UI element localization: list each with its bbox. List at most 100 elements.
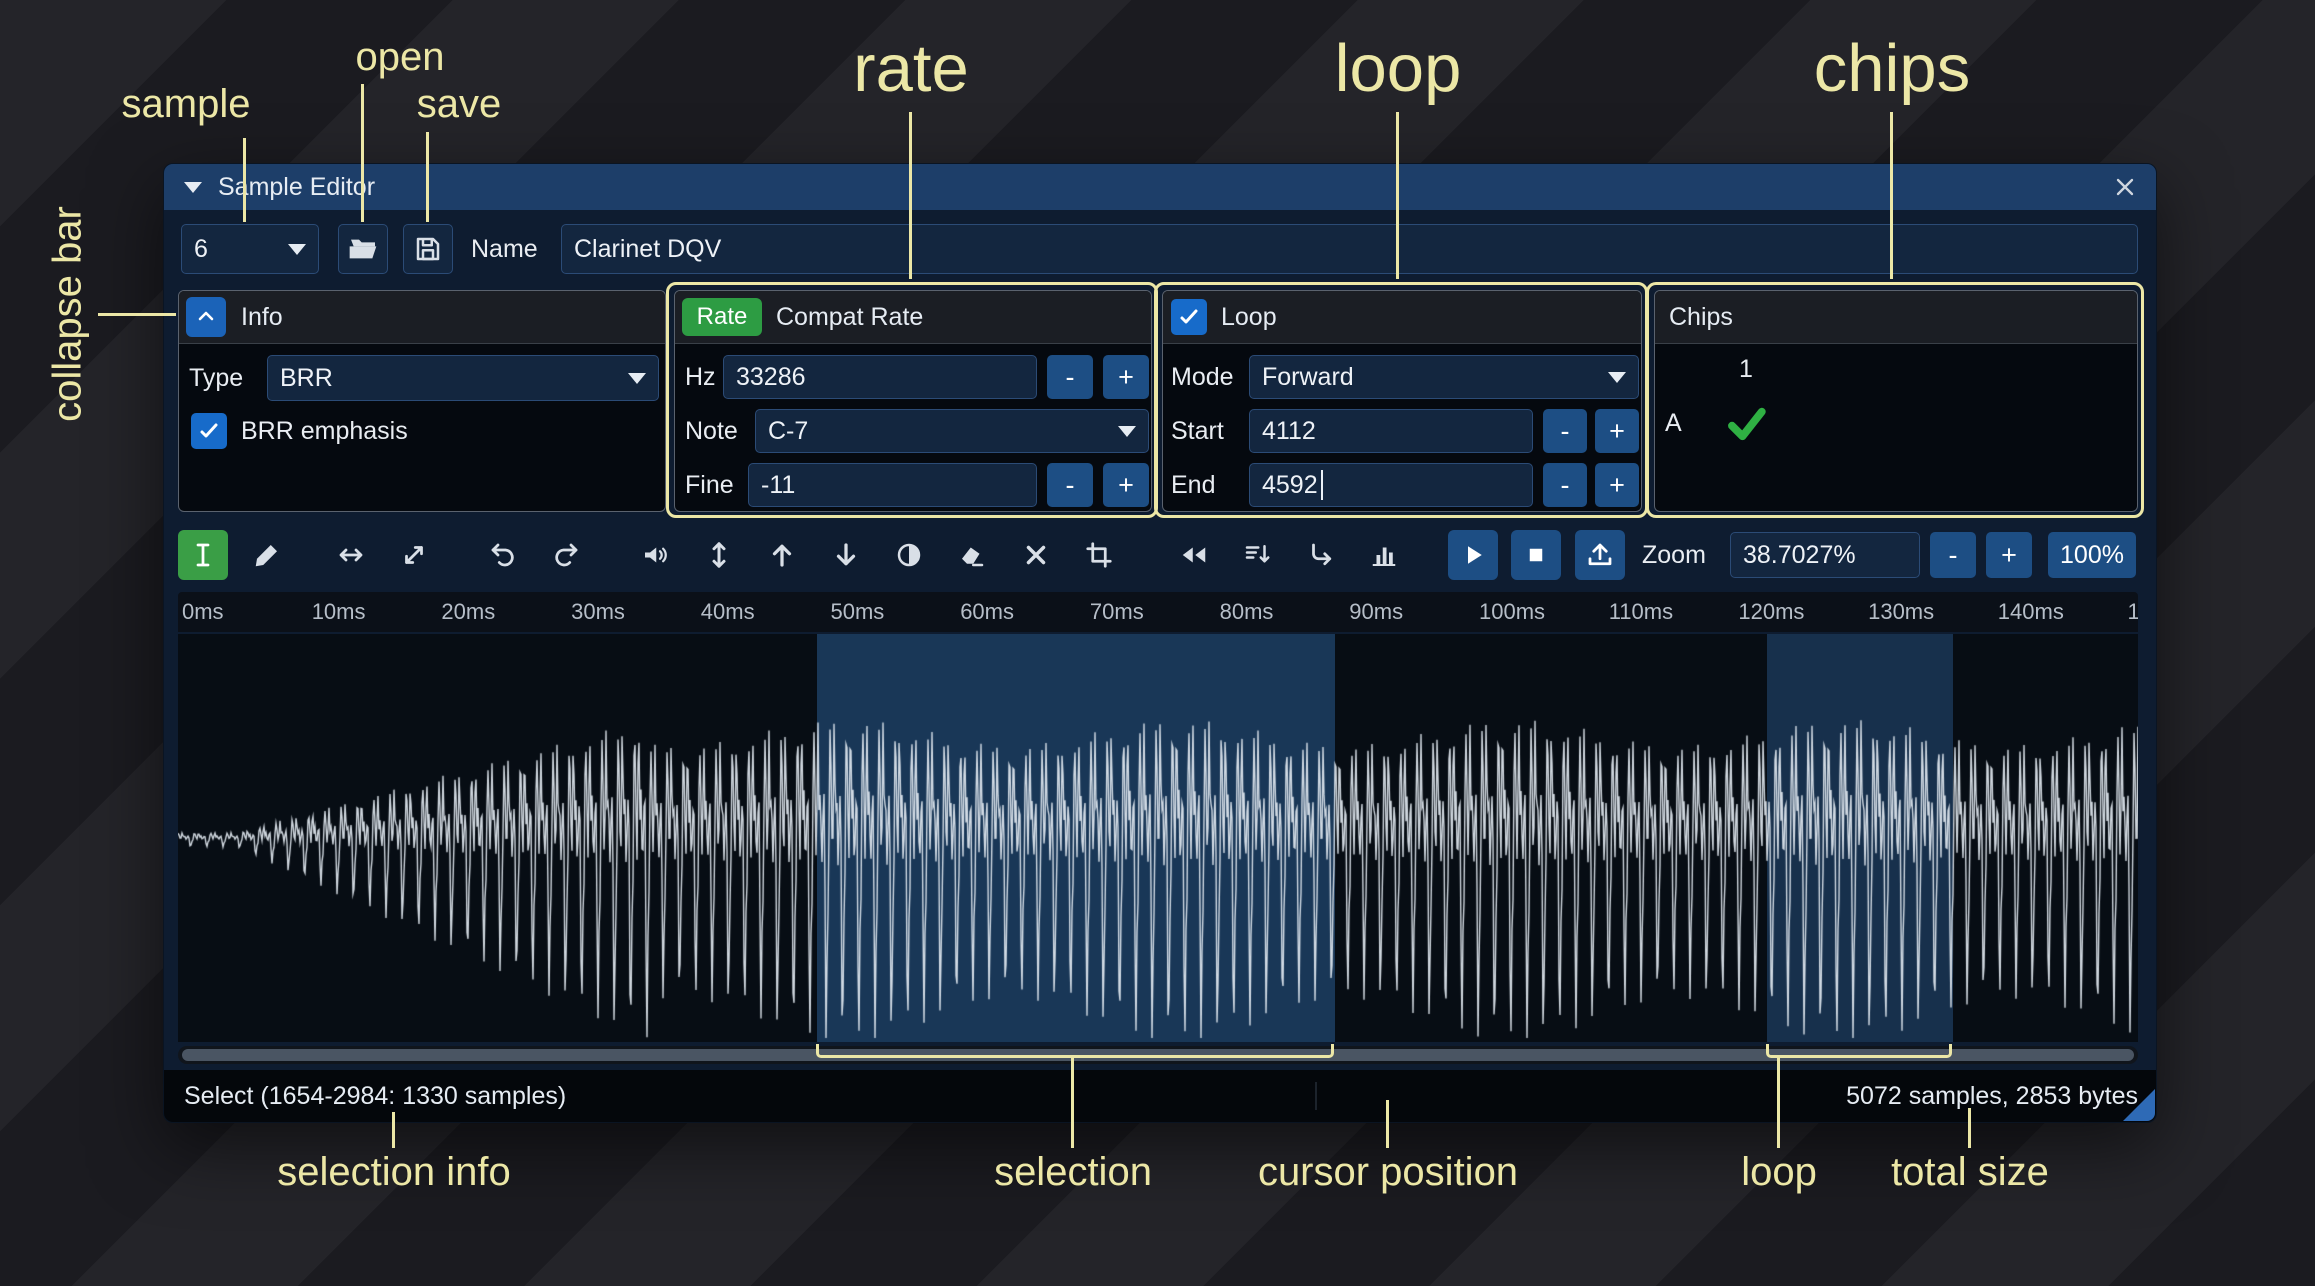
bar-chart-icon bbox=[1372, 547, 1396, 566]
stop-button[interactable] bbox=[1511, 530, 1561, 580]
trim-button[interactable] bbox=[1074, 530, 1124, 580]
info-header-label: Info bbox=[241, 302, 283, 331]
loop-start-input[interactable]: 4112 bbox=[1249, 409, 1533, 453]
close-button[interactable] bbox=[2110, 172, 2140, 202]
close-icon bbox=[2116, 178, 2134, 196]
rate-button[interactable]: Rate bbox=[682, 298, 762, 336]
annotation-rate-label: rate bbox=[853, 31, 969, 106]
note-select[interactable]: C-7 bbox=[755, 409, 1149, 453]
window-collapse-triangle-icon[interactable] bbox=[184, 181, 202, 193]
brr-emphasis-checkbox[interactable] bbox=[191, 413, 227, 449]
select-tool-button[interactable] bbox=[178, 530, 228, 580]
sample-number-select[interactable]: 6 bbox=[181, 224, 319, 274]
check-icon bbox=[1180, 309, 1198, 324]
window-title: Sample Editor bbox=[218, 172, 376, 201]
chip-row-label: A bbox=[1665, 408, 1682, 437]
fine-input[interactable]: -11 bbox=[748, 463, 1037, 507]
undo-button[interactable] bbox=[478, 530, 528, 580]
zoom-value: 38.7027% bbox=[1743, 540, 1856, 569]
zoom-input[interactable]: 38.7027% bbox=[1730, 532, 1920, 578]
text-cursor bbox=[1320, 470, 1323, 500]
preview-sound-button[interactable] bbox=[630, 530, 680, 580]
ruler-tick: 0ms bbox=[182, 599, 224, 624]
fine-minus-button[interactable]: - bbox=[1047, 463, 1093, 507]
invert-button[interactable] bbox=[884, 530, 934, 580]
loop-end-input[interactable]: 4592 bbox=[1249, 463, 1533, 507]
fine-plus-button[interactable]: + bbox=[1103, 463, 1149, 507]
silence-button[interactable] bbox=[1011, 530, 1061, 580]
brr-emphasis-label: BRR emphasis bbox=[241, 416, 408, 445]
mode-select[interactable]: Forward bbox=[1249, 355, 1639, 399]
rewind-button[interactable] bbox=[1169, 530, 1219, 580]
horizontal-scrollbar[interactable] bbox=[178, 1046, 2138, 1064]
half-circle-icon bbox=[897, 543, 921, 567]
scrollbar-thumb[interactable] bbox=[182, 1049, 2134, 1061]
rate-panel: Rate Compat Rate Hz 33286 - + Note C-7 F… bbox=[674, 290, 1152, 512]
loop-panel: Loop Mode Forward Start 4112 - + End 459… bbox=[1162, 290, 1642, 512]
start-minus-button[interactable]: - bbox=[1543, 409, 1587, 453]
ruler-tick: 50ms bbox=[830, 599, 885, 624]
rate-panel-header: Rate Compat Rate bbox=[675, 291, 1151, 344]
redo-button[interactable] bbox=[541, 530, 591, 580]
annotation-chips-label: chips bbox=[1813, 31, 1971, 106]
ruler-tick: 130ms bbox=[1868, 599, 1935, 624]
resize-horizontal-button[interactable] bbox=[326, 530, 376, 580]
chevron-down-icon bbox=[288, 243, 306, 255]
hz-input[interactable]: 33286 bbox=[723, 355, 1037, 399]
arrow-down-icon bbox=[836, 543, 856, 566]
hz-minus-button[interactable]: - bbox=[1047, 355, 1093, 399]
zoom-out-button[interactable]: - bbox=[1930, 532, 1976, 578]
loop-end-value: 4592 bbox=[1262, 470, 1318, 499]
loop-checkbox[interactable] bbox=[1171, 299, 1207, 335]
collapse-bar-button[interactable] bbox=[186, 297, 226, 337]
eraser-icon bbox=[962, 547, 984, 567]
open-button[interactable] bbox=[338, 224, 388, 274]
ruler-tick: 150 bbox=[2127, 599, 2139, 624]
start-plus-button[interactable]: + bbox=[1595, 409, 1639, 453]
amplify-down-button[interactable] bbox=[821, 530, 871, 580]
annotation-loop-marker-label: loop bbox=[1741, 1150, 1817, 1194]
amplify-up-button[interactable] bbox=[757, 530, 807, 580]
type-value: BRR bbox=[280, 363, 333, 392]
note-value: C-7 bbox=[768, 416, 809, 445]
end-label: End bbox=[1171, 470, 1216, 499]
screen: Sample Editor 6 Name Clarinet DQV Info T… bbox=[0, 0, 2315, 1286]
annotation-open-label: open bbox=[355, 35, 445, 79]
waveform-view[interactable] bbox=[178, 634, 2138, 1042]
chip-a1-toggle[interactable] bbox=[1725, 403, 1767, 445]
statistics-button[interactable] bbox=[1359, 530, 1409, 580]
fine-label: Fine bbox=[685, 470, 734, 499]
name-input[interactable]: Clarinet DQV bbox=[561, 224, 2138, 274]
type-select[interactable]: BRR bbox=[267, 355, 659, 401]
info-panel-header: Info bbox=[179, 291, 665, 344]
resample-button[interactable] bbox=[1232, 530, 1282, 580]
eraser-button[interactable] bbox=[947, 530, 997, 580]
selection-info-text: Select (1654-2984: 1330 samples) bbox=[184, 1081, 567, 1110]
save-icon bbox=[416, 237, 440, 261]
crop-icon bbox=[1086, 542, 1112, 568]
resize-free-button[interactable] bbox=[389, 530, 439, 580]
zoom-in-button[interactable]: + bbox=[1986, 532, 2032, 578]
chevron-down-icon bbox=[1118, 425, 1136, 437]
loop-start-value: 4112 bbox=[1262, 416, 1316, 445]
insert-button[interactable] bbox=[1296, 530, 1346, 580]
resize-handle[interactable] bbox=[2123, 1089, 2155, 1121]
title-bar[interactable]: Sample Editor bbox=[164, 164, 2156, 210]
green-check-icon bbox=[1728, 407, 1766, 441]
normalize-button[interactable] bbox=[694, 530, 744, 580]
redo-icon bbox=[555, 543, 578, 567]
end-minus-button[interactable]: - bbox=[1543, 463, 1587, 507]
play-button[interactable] bbox=[1448, 530, 1498, 580]
end-plus-button[interactable]: + bbox=[1595, 463, 1639, 507]
arrow-left-right-icon bbox=[339, 548, 363, 562]
draw-tool-button[interactable] bbox=[242, 530, 292, 580]
save-button[interactable] bbox=[403, 224, 453, 274]
ruler-tick: 90ms bbox=[1349, 599, 1404, 624]
export-button[interactable] bbox=[1575, 530, 1625, 580]
mode-label: Mode bbox=[1171, 362, 1234, 391]
ruler-tick: 80ms bbox=[1219, 599, 1274, 624]
folder-open-icon bbox=[349, 239, 377, 259]
corner-down-right-arrow-icon bbox=[1312, 543, 1332, 566]
zoom-reset-button[interactable]: 100% bbox=[2048, 532, 2136, 578]
hz-plus-button[interactable]: + bbox=[1103, 355, 1149, 399]
